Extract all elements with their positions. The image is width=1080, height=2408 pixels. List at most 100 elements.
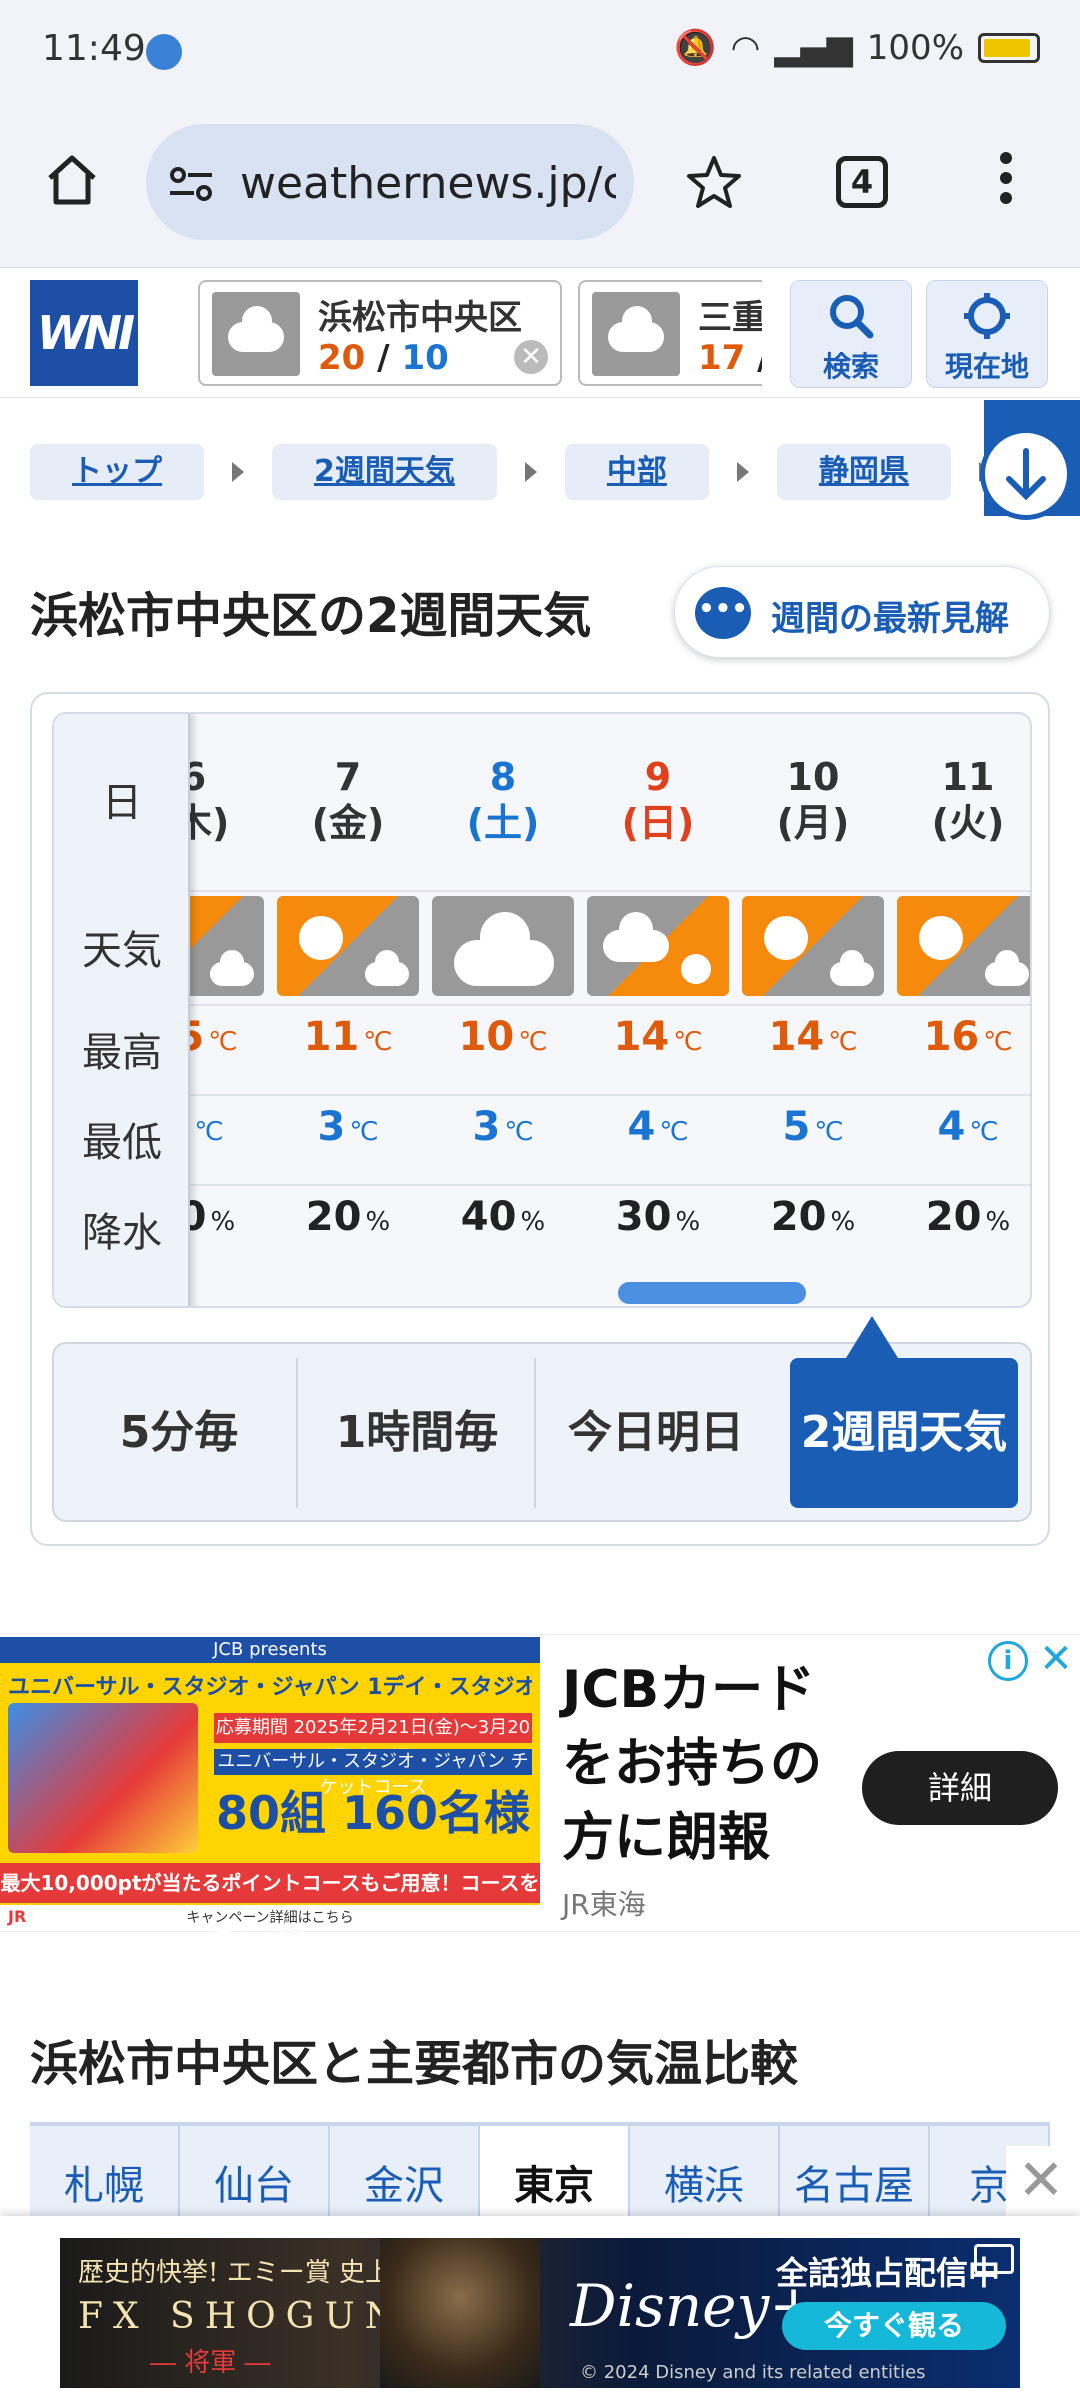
forecast-date: 7 (金) <box>277 754 419 846</box>
forecast-card: 日 天気 最高 最低 降水 6(木)15℃7℃10%7(金)11℃3℃20%8(… <box>30 692 1050 1546</box>
forecast-day-of-week: (日) <box>621 801 695 845</box>
ad-info-icon[interactable]: i <box>988 1641 1028 1681</box>
forecast-day-number: 8 <box>489 755 517 799</box>
city-tab-nagoya[interactable]: 名古屋 <box>780 2126 930 2222</box>
location-card-hamamatsu[interactable]: 浜松市中央区 20 / 10 ✕ <box>198 280 562 386</box>
ad-close-icon[interactable]: ✕ <box>1036 1639 1076 1679</box>
home-icon[interactable] <box>44 152 100 208</box>
comparison-title: 浜松市中央区と主要都市の気温比較 <box>30 2036 799 2092</box>
status-icons: 🔕 ◠ ▂▄▆ 100% <box>674 28 1040 68</box>
forecast-day-number: 7 <box>334 755 362 799</box>
chevron-right-icon <box>524 462 537 482</box>
forecast-precip-value: 20 <box>925 1194 982 1240</box>
forecast-low-unit: ℃ <box>349 1117 379 1147</box>
jr-logo: JR <box>8 1907 27 1926</box>
forecast-low-value: 3 <box>317 1104 346 1150</box>
sunny-then-cloudy-icon <box>897 896 1030 996</box>
forecast-precip: 40% <box>432 1194 574 1240</box>
forecast-low-unit: ℃ <box>194 1117 224 1147</box>
forecast-precip-unit: % <box>365 1207 391 1237</box>
ad-banner[interactable]: JCB presents ユニバーサル・スタジオ・ジャパン 1デイ・スタジオ・パ… <box>0 1634 1080 1935</box>
forecast-day-number: 11 <box>941 755 995 799</box>
ad-characters-image <box>8 1703 198 1853</box>
tab-hourly[interactable]: 1時間毎 <box>300 1358 536 1508</box>
wifi-icon: ◠ <box>730 28 761 68</box>
ad-details-button[interactable]: 詳細 <box>862 1751 1058 1825</box>
forecast-range-tabs: 5分毎 1時間毎 今日明日 2週間天気 <box>52 1342 1032 1522</box>
tab-switcher-button[interactable]: 4 <box>836 156 888 208</box>
forecast-high-unit: ℃ <box>208 1027 238 1057</box>
crosshair-icon <box>964 293 1010 339</box>
city-tab-sendai[interactable]: 仙台 <box>180 2126 330 2222</box>
ad-image-headline: ユニバーサル・スタジオ・ジャパン 1デイ・スタジオ・パス(ペア)などが当たる! <box>8 1675 532 1700</box>
row-label-weather: 天気 <box>82 928 162 974</box>
latest-outlook-label: 週間の最新見解 <box>771 599 1009 639</box>
more-menu-icon[interactable] <box>996 152 1016 212</box>
watch-now-button[interactable]: 今すぐ観る <box>782 2302 1006 2350</box>
row-label-precip: 降水 <box>82 1210 162 1256</box>
status-bar: 11:49 🔕 ◠ ▂▄▆ 100% <box>0 0 1080 100</box>
weathernews-logo[interactable]: WNI <box>30 280 138 386</box>
ad-choices-icon[interactable] <box>974 2244 1014 2274</box>
forecast-day-number: 9 <box>644 755 672 799</box>
remove-location-icon[interactable]: ✕ <box>514 340 548 374</box>
forecast-row-headers: 日 天気 最高 最低 降水 <box>54 714 190 1306</box>
site-settings-icon[interactable] <box>168 166 214 202</box>
city-tab-yokohama[interactable]: 横浜 <box>630 2126 780 2222</box>
forecast-precip-unit: % <box>830 1207 856 1237</box>
forecast-low-value: 4 <box>627 1104 656 1150</box>
arrow-down-icon <box>980 428 1072 520</box>
site-header: WNI 浜松市中央区 20 / 10 ✕ 三重 17 / 検索 <box>0 268 1080 398</box>
city-tab-kanazawa[interactable]: 金沢 <box>330 2126 480 2222</box>
location-high: 20 <box>318 338 366 378</box>
breadcrumb-chubu[interactable]: 中部 <box>564 444 709 500</box>
forecast-date: 8 (土) <box>432 754 574 846</box>
close-banner-icon[interactable]: ✕ <box>1006 2146 1076 2216</box>
breadcrumb-2week[interactable]: 2週間天気 <box>272 444 497 500</box>
row-divider <box>190 1094 1030 1096</box>
city-tabs: 札幌 仙台 金沢 東京 横浜 名古屋 京 <box>30 2122 1050 2222</box>
tab-5min[interactable]: 5分毎 <box>62 1358 298 1508</box>
search-button[interactable]: 検索 <box>790 280 912 388</box>
forecast-precip-value: 20 <box>770 1194 827 1240</box>
forecast-low-value: 5 <box>782 1104 811 1150</box>
horizontal-scrollbar[interactable] <box>618 1282 806 1304</box>
address-bar[interactable]: weathernews.jp/c <box>146 124 634 240</box>
forecast-high-unit: ℃ <box>983 1027 1013 1057</box>
breadcrumb-top[interactable]: トップ <box>30 444 204 500</box>
current-location-label: 現在地 <box>944 350 1029 383</box>
forecast-day-column: 10 (月) 14 ℃ 5 ℃ 20% <box>742 714 884 1306</box>
row-label-date: 日 <box>102 780 142 826</box>
forecast-day-column: 7 (金) 11 ℃ 3 ℃ 20% <box>277 714 419 1306</box>
scroll-down-button[interactable] <box>980 400 1080 520</box>
location-name: 浜松市中央区 <box>318 298 522 338</box>
forecast-date: 9 (日) <box>587 754 729 846</box>
bookmark-star-icon[interactable] <box>684 152 744 212</box>
forecast-low-unit: ℃ <box>659 1117 689 1147</box>
latest-outlook-button[interactable]: ••• 週間の最新見解 <box>674 566 1050 658</box>
forecast-high-value: 10 <box>458 1014 515 1060</box>
shogun-ad-banner[interactable]: 歴史的快挙! エミー賞 史上最多18冠! FX SHOGUN ― 将軍 ― Di… <box>60 2238 1020 2388</box>
row-divider <box>190 1004 1030 1006</box>
mute-icon: 🔕 <box>674 28 717 68</box>
forecast-day-of-week: (土) <box>466 801 540 845</box>
chevron-right-icon <box>736 462 749 482</box>
bottom-ad: 歴史的快挙! エミー賞 史上最多18冠! FX SHOGUN ― 将軍 ― Di… <box>0 2216 1080 2408</box>
ad-headline[interactable]: JCBカードをお持ちの方に朗報 <box>562 1653 832 1875</box>
forecast-table[interactable]: 日 天気 最高 最低 降水 6(木)15℃7℃10%7(金)11℃3℃20%8(… <box>52 712 1032 1308</box>
location-temps: 17 / <box>698 338 762 378</box>
ad-image[interactable]: JCB presents ユニバーサル・スタジオ・ジャパン 1デイ・スタジオ・パ… <box>0 1637 540 1935</box>
ad-period: 応募期間 2025年2月21日(金)〜3月20日(木・祝) <box>214 1713 532 1768</box>
location-card-mie[interactable]: 三重 17 / <box>578 280 762 386</box>
tab-2week[interactable]: 2週間天気 <box>790 1358 1018 1508</box>
tab-today-tomorrow[interactable]: 今日明日 <box>538 1358 774 1508</box>
battery-icon <box>978 33 1040 63</box>
row-label-high: 最高 <box>82 1030 162 1076</box>
city-tab-sapporo[interactable]: 札幌 <box>30 2126 180 2222</box>
forecast-date: 11 (火) <box>897 754 1030 846</box>
forecast-high-value: 16 <box>923 1014 980 1060</box>
city-tab-tokyo[interactable]: 東京 <box>480 2126 630 2222</box>
breadcrumb-shizuoka[interactable]: 静岡県 <box>776 444 951 500</box>
current-location-button[interactable]: 現在地 <box>926 280 1048 388</box>
location-temps: 20 / 10 <box>318 338 449 378</box>
